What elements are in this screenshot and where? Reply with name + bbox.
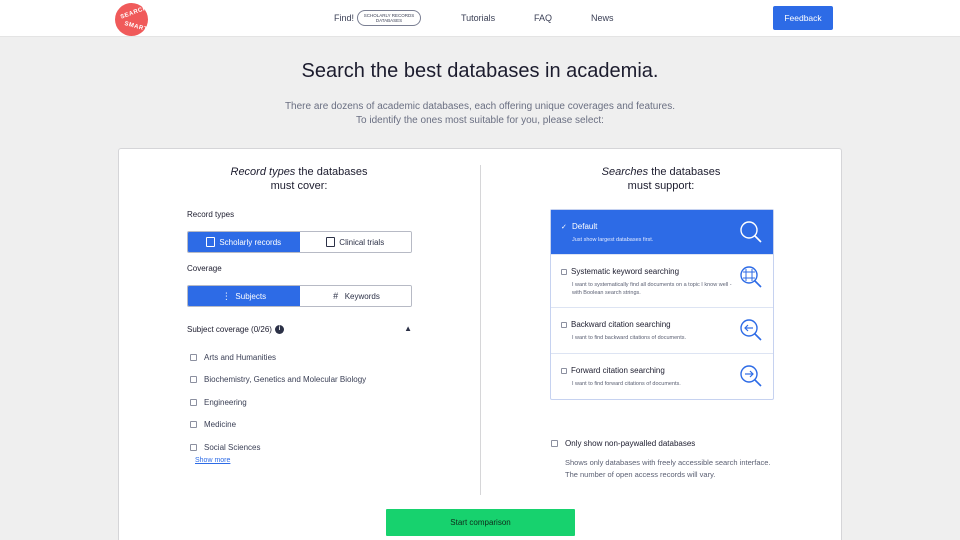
subject-coverage-header[interactable]: Subject coverage (0/26) i ▲ xyxy=(187,324,412,334)
subject-item[interactable]: Social Sciences xyxy=(190,436,366,459)
paywall-checkbox[interactable] xyxy=(551,440,558,447)
column-divider xyxy=(480,165,481,495)
option-desc: Just show largest databases first. xyxy=(572,237,654,243)
subject-checkbox[interactable] xyxy=(190,443,197,451)
subject-list: Arts and Humanities Biochemistry, Geneti… xyxy=(190,346,366,459)
top-navbar: SEARCH SMART Find! SCHOLARLY RECORDS DAT… xyxy=(0,0,960,37)
heading-line-2: must support: xyxy=(627,180,695,192)
heading-line-2: must cover: xyxy=(270,180,328,192)
subtitle-line-2: To identify the ones most suitable for y… xyxy=(356,115,604,126)
clinical-trials-label: Clinical trials xyxy=(339,237,385,247)
chevron-up-icon[interactable]: ▲ xyxy=(404,324,412,333)
option-title: Default xyxy=(572,222,598,231)
option-title: Backward citation searching xyxy=(571,320,671,329)
show-more-link[interactable]: Show more xyxy=(195,457,230,464)
subject-label: Biochemistry, Genetics and Molecular Bio… xyxy=(204,375,367,385)
option-default[interactable]: ✓ Default Just show largest databases fir… xyxy=(551,210,773,255)
selection-card: Record types the databases must cover: R… xyxy=(118,148,842,540)
option-desc: I want to find backward citations of doc… xyxy=(572,335,687,341)
option-title: Forward citation searching xyxy=(571,366,665,375)
keywords-button[interactable]: # Keywords xyxy=(299,286,411,306)
subject-checkbox[interactable] xyxy=(190,421,197,429)
heading-rest: the databases xyxy=(295,166,368,178)
subject-coverage-label: Subject coverage (0/26) xyxy=(187,325,272,334)
nav-find-pill[interactable]: SCHOLARLY RECORDS DATABASES xyxy=(357,10,422,26)
forward-search-icon xyxy=(740,365,762,387)
subject-label: Social Sciences xyxy=(204,442,261,452)
subjects-button[interactable]: ⋮ Subjects xyxy=(188,286,300,306)
subject-label: Engineering xyxy=(204,397,247,407)
search-smart-logo[interactable]: SEARCH SMART xyxy=(115,3,149,36)
tree-icon: ⋮ xyxy=(221,291,231,301)
clinical-trials-button[interactable]: Clinical trials xyxy=(299,232,411,252)
paywall-description: Shows only databases with freely accessi… xyxy=(565,458,771,479)
subject-label: Arts and Humanities xyxy=(204,352,277,362)
coverage-label: Coverage xyxy=(187,264,222,273)
option-systematic[interactable]: Systematic keyword searching I want to s… xyxy=(551,255,773,308)
info-icon[interactable]: i xyxy=(274,325,284,334)
check-icon: ✓ xyxy=(561,223,567,231)
option-checkbox[interactable] xyxy=(561,321,567,328)
heading-emphasis: Searches xyxy=(601,166,649,178)
record-types-heading: Record types the databases must cover: xyxy=(189,165,409,193)
subjects-label: Subjects xyxy=(235,291,267,301)
subject-label: Medicine xyxy=(204,420,237,430)
subject-checkbox[interactable] xyxy=(190,398,197,406)
record-types-label: Record types xyxy=(187,210,235,219)
search-icon xyxy=(740,221,762,243)
heading-emphasis: Record types xyxy=(230,166,296,178)
option-backward[interactable]: Backward citation searching I want to fi… xyxy=(551,308,773,354)
nav-find[interactable]: Find! SCHOLARLY RECORDS DATABASES xyxy=(334,0,422,36)
start-comparison-button[interactable]: Start comparison xyxy=(386,509,575,536)
grid-search-icon xyxy=(740,266,762,288)
paywall-filter: Only show non-paywalled databases Shows … xyxy=(551,439,775,481)
paywall-option[interactable]: Only show non-paywalled databases xyxy=(551,439,775,448)
record-types-toggle: Scholarly records Clinical trials xyxy=(187,231,412,253)
option-desc: I want to find forward citations of docu… xyxy=(572,381,681,387)
nav-faq[interactable]: FAQ xyxy=(534,0,552,36)
subject-item[interactable]: Biochemistry, Genetics and Molecular Bio… xyxy=(190,369,366,392)
subject-checkbox[interactable] xyxy=(190,353,197,361)
feedback-button[interactable]: Feedback xyxy=(773,6,833,30)
coverage-toggle: ⋮ Subjects # Keywords xyxy=(187,285,412,307)
option-checkbox[interactable] xyxy=(561,367,567,374)
subtitle-line-1: There are dozens of academic databases, … xyxy=(284,101,676,112)
nav-news[interactable]: News xyxy=(591,0,614,36)
logo-text-top: SEARCH xyxy=(119,5,149,21)
page-title: Search the best databases in academia. xyxy=(301,60,659,82)
paywall-label: Only show non-paywalled databases xyxy=(565,439,696,448)
subject-item[interactable]: Medicine xyxy=(190,414,366,437)
page-subtitle: There are dozens of academic databases, … xyxy=(0,100,960,128)
nav-find-label[interactable]: Find! xyxy=(334,13,354,23)
backward-search-icon xyxy=(740,319,762,341)
clipboard-icon xyxy=(326,237,336,247)
subject-item[interactable]: Engineering xyxy=(190,391,366,414)
option-forward[interactable]: Forward citation searching I want to fin… xyxy=(551,354,773,399)
keywords-label: Keywords xyxy=(344,291,380,301)
searches-heading: Searches the databases must support: xyxy=(551,165,771,193)
scholarly-records-label: Scholarly records xyxy=(219,237,282,247)
nav-tutorials[interactable]: Tutorials xyxy=(461,0,495,36)
heading-rest: the databases xyxy=(648,166,721,178)
hash-icon: # xyxy=(333,291,339,301)
document-icon xyxy=(206,237,216,247)
subject-item[interactable]: Arts and Humanities xyxy=(190,346,366,369)
option-checkbox[interactable] xyxy=(561,268,567,275)
search-options: ✓ Default Just show largest databases fir… xyxy=(550,209,774,400)
option-title: Systematic keyword searching xyxy=(571,267,680,276)
option-desc: I want to systematically find all docume… xyxy=(572,282,732,296)
scholarly-records-button[interactable]: Scholarly records xyxy=(188,232,300,252)
logo-text-bottom: SMART xyxy=(123,21,149,33)
subject-checkbox[interactable] xyxy=(190,376,197,384)
